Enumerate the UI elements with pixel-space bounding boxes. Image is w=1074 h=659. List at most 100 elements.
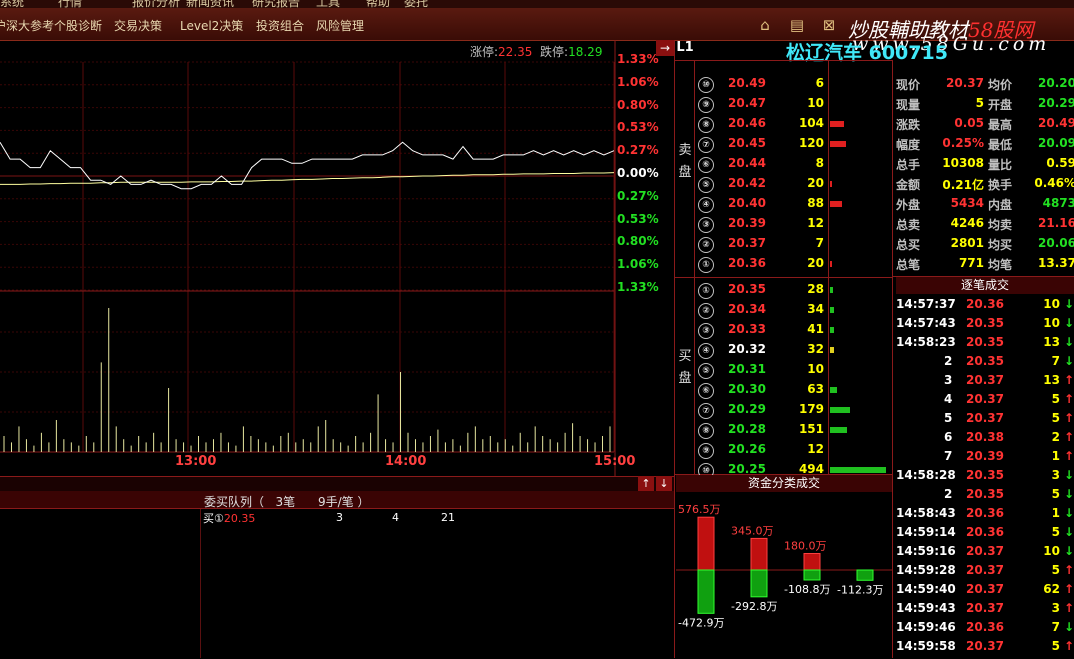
quote-row: 现量 5 开盘 20.29 [896,96,1074,112]
sell_book-level-number: ① [698,257,714,273]
menu-item-2[interactable]: 交易决策 [114,17,162,34]
fund-outflow-label: -472.9万 [678,616,724,629]
fund-outflow-bar [803,569,821,581]
tick-row[interactable]: 14:59:43 20.37 3 ↑ [896,601,1074,620]
tick-time: 14:57:43 [896,316,956,330]
menu-item-5[interactable]: 风险管理 [316,17,364,34]
quote-value-2: 0.59 [1046,156,1074,170]
menu-item-0[interactable]: 沪深大参考 [0,17,54,34]
quote-value: 5 [975,96,984,110]
tick-row[interactable]: 6 20.38 2 ↑ [896,430,1074,449]
sell_book-row[interactable]: ③ 20.39 12 [698,216,824,233]
tick-time: 6 [944,430,953,444]
quote-row: 涨跌 0.05 最高 20.49 [896,116,1074,132]
queue-val-1: 3 [336,511,343,524]
scroll-up-button[interactable]: ↑ [638,476,654,491]
sell_book-row[interactable]: ⑤ 20.42 20 [698,176,824,193]
sell_book-price: 20.49 [728,76,766,90]
sell_book-row[interactable]: ④ 20.40 88 [698,196,824,213]
tick-row[interactable]: 3 20.37 13 ↑ [896,373,1074,392]
bottom-splitter[interactable] [0,476,674,491]
sell_book-row[interactable]: ① 20.36 20 [698,256,824,273]
home-icon[interactable]: ⌂ [756,17,774,33]
menu-item-3[interactable]: Level2决策 [180,17,243,34]
quote-row: 外盘 5434 内盘 4873 [896,196,1074,212]
quote-label-2: 开盘 [988,98,1013,112]
tick-row[interactable]: 4 20.37 5 ↑ [896,392,1074,411]
tick-direction: ↓ [1063,335,1074,349]
tick-price: 20.36 [966,620,1004,634]
tick-time: 5 [944,411,953,425]
sell_book-row[interactable]: ⑧ 20.46 104 [698,116,824,133]
quote-row: 总手 10308 量比 0.59 [896,156,1074,172]
percent-axis-label: 0.53% [617,120,659,135]
buy_book-row[interactable]: ⑨ 20.26 12 [698,442,824,459]
sell_book-row[interactable]: ⑥ 20.44 8 [698,156,824,173]
tick-row[interactable]: 14:57:37 20.36 10 ↓ [896,297,1074,316]
tick-price: 20.35 [966,487,1004,501]
quote-label: 幅度 [896,138,921,152]
quote-label: 金额 [896,178,921,192]
quote-label-2: 均笔 [988,258,1013,272]
menu-item-1[interactable]: 个股诊断 [54,17,102,34]
sell_book-row[interactable]: ⑦ 20.45 120 [698,136,824,153]
top-menu-item: 研究报告 [252,0,301,8]
tick-row[interactable]: 14:59:14 20.36 5 ↓ [896,525,1074,544]
tick-row[interactable]: 14:59:58 20.37 5 ↑ [896,639,1074,658]
price-line [0,141,615,190]
tick-row[interactable]: 14:59:28 20.37 5 ↑ [896,563,1074,582]
sell-side-label: 卖盘 [678,143,692,180]
buy_book-row[interactable]: ⑤ 20.31 10 [698,362,824,379]
sell_book-price: 20.40 [728,196,766,210]
tick-row[interactable]: 14:58:23 20.35 13 ↓ [896,335,1074,354]
scroll-down-button[interactable]: ↓ [656,476,672,491]
top-menu-item: 委托 [404,0,429,8]
fund-inflow-label: 180.0万 [784,540,827,553]
sell_book-row[interactable]: ② 20.37 7 [698,236,824,253]
tick-row[interactable]: 14:59:46 20.36 7 ↓ [896,620,1074,639]
tick-row[interactable]: 14:57:43 20.35 10 ↓ [896,316,1074,335]
sell_book-price: 20.42 [728,176,766,190]
top-menu-strip: 系统 行情 报价分析 新闻资讯 研究报告 工具 帮助 委托 [0,0,1074,8]
sell_book-price: 20.46 [728,116,766,130]
tick-direction: ↓ [1063,544,1074,558]
tick-row[interactable]: 7 20.39 1 ↑ [896,449,1074,468]
buy_book-row[interactable]: ② 20.34 34 [698,302,824,319]
menu-item-4[interactable]: 投资组合 [256,17,304,34]
tick-row[interactable]: 14:59:16 20.37 10 ↓ [896,544,1074,563]
buy_book-row[interactable]: ⑥ 20.30 63 [698,382,824,399]
buy_book-level-number: ⑧ [698,423,714,439]
sell_book-level-number: ⑤ [698,177,714,193]
sell_book-volume-bar [830,261,832,267]
tick-row[interactable]: 2 20.35 7 ↓ [896,354,1074,373]
average-price-line [0,172,615,185]
buy_book-price: 20.35 [728,282,766,296]
buy_book-row[interactable]: ⑧ 20.28 151 [698,422,824,439]
buy_book-quantity: 63 [807,382,824,396]
sell_book-row[interactable]: ⑨ 20.47 10 [698,96,824,113]
tick-row[interactable]: 5 20.37 5 ↑ [896,411,1074,430]
buy_book-row[interactable]: ① 20.35 28 [698,282,824,299]
quote-label: 现价 [896,78,921,92]
tick-direction: ↓ [1063,525,1074,539]
intraday-chart[interactable] [0,40,676,476]
tick-row[interactable]: 14:58:43 20.36 1 ↓ [896,506,1074,525]
buy_book-row[interactable]: ④ 20.32 32 [698,342,824,359]
tick-direction: ↑ [1063,411,1074,425]
tick-direction: ↑ [1063,373,1074,387]
buy_book-row[interactable]: ⑦ 20.29 179 [698,402,824,419]
book-icon[interactable]: ▤ [788,17,806,33]
percent-axis-label: 0.53% [617,211,659,226]
sell_book-row[interactable]: ⑩ 20.49 6 [698,76,824,93]
tick-row[interactable]: 14:59:40 20.37 62 ↑ [896,582,1074,601]
quote-label-2: 均卖 [988,218,1013,232]
tick-row[interactable]: 14:58:28 20.35 3 ↓ [896,468,1074,487]
sell_book-level-number: ⑦ [698,137,714,153]
quote-value-2: 20.09 [1038,136,1074,150]
buy_book-row[interactable]: ③ 20.33 41 [698,322,824,339]
close-icon[interactable]: ⊠ [820,17,838,33]
time-label: 13:00 [175,454,217,469]
tick-volume: 5 [1051,411,1060,425]
fund-outflow-bar [856,569,874,581]
tick-row[interactable]: 2 20.35 5 ↓ [896,487,1074,506]
